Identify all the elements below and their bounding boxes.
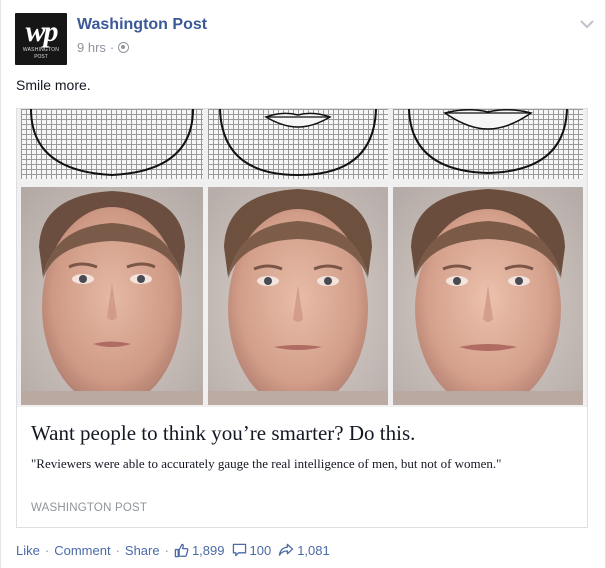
face-photo-left	[21, 187, 203, 405]
link-attachment[interactable]: Want people to think you’re smarter? Do …	[16, 108, 588, 528]
grid-diagram-left	[21, 109, 203, 179]
comment-bubble-icon	[232, 543, 246, 557]
action-separator: ·	[115, 542, 120, 558]
share-count-value: 1,081	[297, 542, 330, 558]
avatar-logo-sub-1: WASHINGTON	[22, 47, 60, 53]
comment-count[interactable]: 100	[232, 542, 272, 558]
grid-diagram-right	[393, 109, 583, 179]
post-time[interactable]: 9 hrs	[77, 40, 106, 55]
face-comparison-image[interactable]	[17, 109, 587, 407]
like-count[interactable]: 1,899	[174, 543, 225, 558]
post-status-text: Smile more.	[16, 77, 91, 93]
post-action-bar: Like · Comment · Share · 1,899 100 1,081	[16, 540, 337, 560]
thumbs-up-icon	[174, 543, 189, 557]
like-button[interactable]: Like	[16, 543, 40, 558]
chevron-down-icon[interactable]	[579, 17, 595, 29]
link-source: WASHINGTON POST	[31, 502, 148, 514]
avatar-logo-sub-2: POST	[34, 54, 48, 60]
face-photo-right	[393, 187, 583, 405]
face-photo-middle	[208, 187, 388, 405]
post-meta: 9 hrs ·	[77, 40, 130, 55]
action-separator: ·	[44, 542, 50, 558]
post-header: wp WASHINGTON POST Washington Post 9 hrs…	[15, 13, 585, 65]
share-count[interactable]: 1,081	[278, 543, 330, 558]
grid-diagram-middle	[208, 109, 388, 179]
like-count-value: 1,899	[191, 542, 225, 558]
comment-count-value: 100	[249, 542, 272, 558]
globe-icon[interactable]	[118, 42, 130, 53]
page-avatar[interactable]: wp WASHINGTON POST	[15, 13, 67, 65]
meta-separator: ·	[109, 40, 115, 55]
comment-button[interactable]: Comment	[54, 543, 110, 558]
share-arrow-icon	[279, 543, 294, 556]
avatar-logo-text: wp	[25, 15, 58, 48]
page-name-link[interactable]: Washington Post	[77, 16, 207, 34]
link-description: "Reviewers were able to accurately gauge…	[31, 456, 502, 471]
facebook-post: wp WASHINGTON POST Washington Post 9 hrs…	[0, 0, 606, 568]
link-title[interactable]: Want people to think you’re smarter? Do …	[31, 421, 415, 446]
share-button[interactable]: Share	[125, 543, 160, 558]
action-separator: ·	[164, 542, 169, 558]
